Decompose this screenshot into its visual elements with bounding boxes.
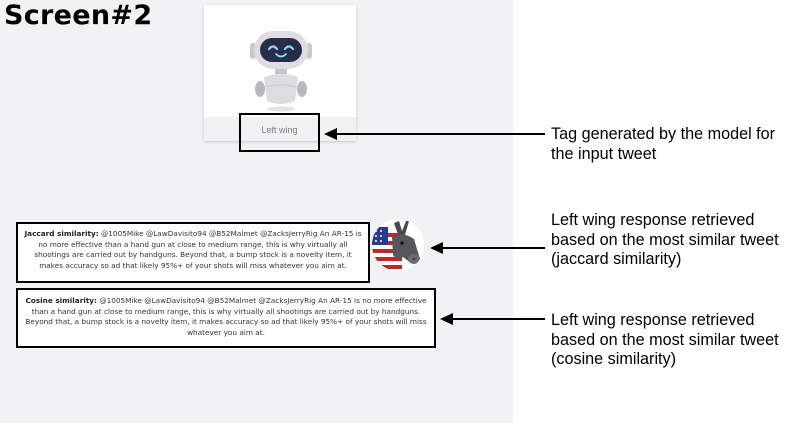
annotation-tag: Tag generated by the model for the input… xyxy=(551,125,776,163)
arrow-cosine xyxy=(440,313,545,325)
arrow-jaccard xyxy=(430,242,545,254)
annotation-jaccard: Left wing response retrieved based on th… xyxy=(551,211,779,268)
arrow-tag xyxy=(324,128,545,140)
annotation-cosine: Left wing response retrieved based on th… xyxy=(551,311,779,368)
